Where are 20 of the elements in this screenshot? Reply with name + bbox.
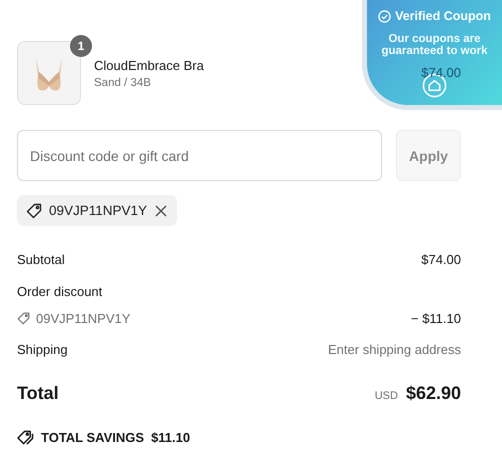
shipping-label: Shipping	[17, 342, 68, 356]
total-label: Total	[17, 382, 59, 404]
total-value: $62.90	[406, 382, 461, 404]
subtotal-value: $74.00	[421, 252, 461, 266]
coupon-title: Verified Coupon	[395, 9, 491, 23]
order-discount-label: Order discount	[17, 284, 102, 298]
product-variant: Sand / 34B	[94, 76, 152, 88]
quantity-badge: 1	[70, 35, 92, 57]
product-price: $74.00	[421, 64, 461, 80]
subtotal-label: Subtotal	[17, 252, 65, 266]
currency-code: USD	[374, 390, 398, 402]
total-savings-value: $11.10	[151, 430, 190, 445]
coupon-message: Our coupons are guaranteed to work	[380, 33, 489, 57]
discount-code: 09VJP11NPV1Y	[36, 310, 130, 326]
product-name: CloudEmbrace Bra	[94, 58, 205, 72]
discount-code-field[interactable]: Discount code or gift card	[17, 130, 382, 181]
total-savings-label: TOTAL SAVINGS	[41, 430, 144, 445]
shipping-value: Enter shipping address	[328, 342, 461, 356]
discount-amount: − $11.10	[410, 310, 461, 326]
discount-code: 09VJP11NPV1Y	[49, 203, 148, 218]
